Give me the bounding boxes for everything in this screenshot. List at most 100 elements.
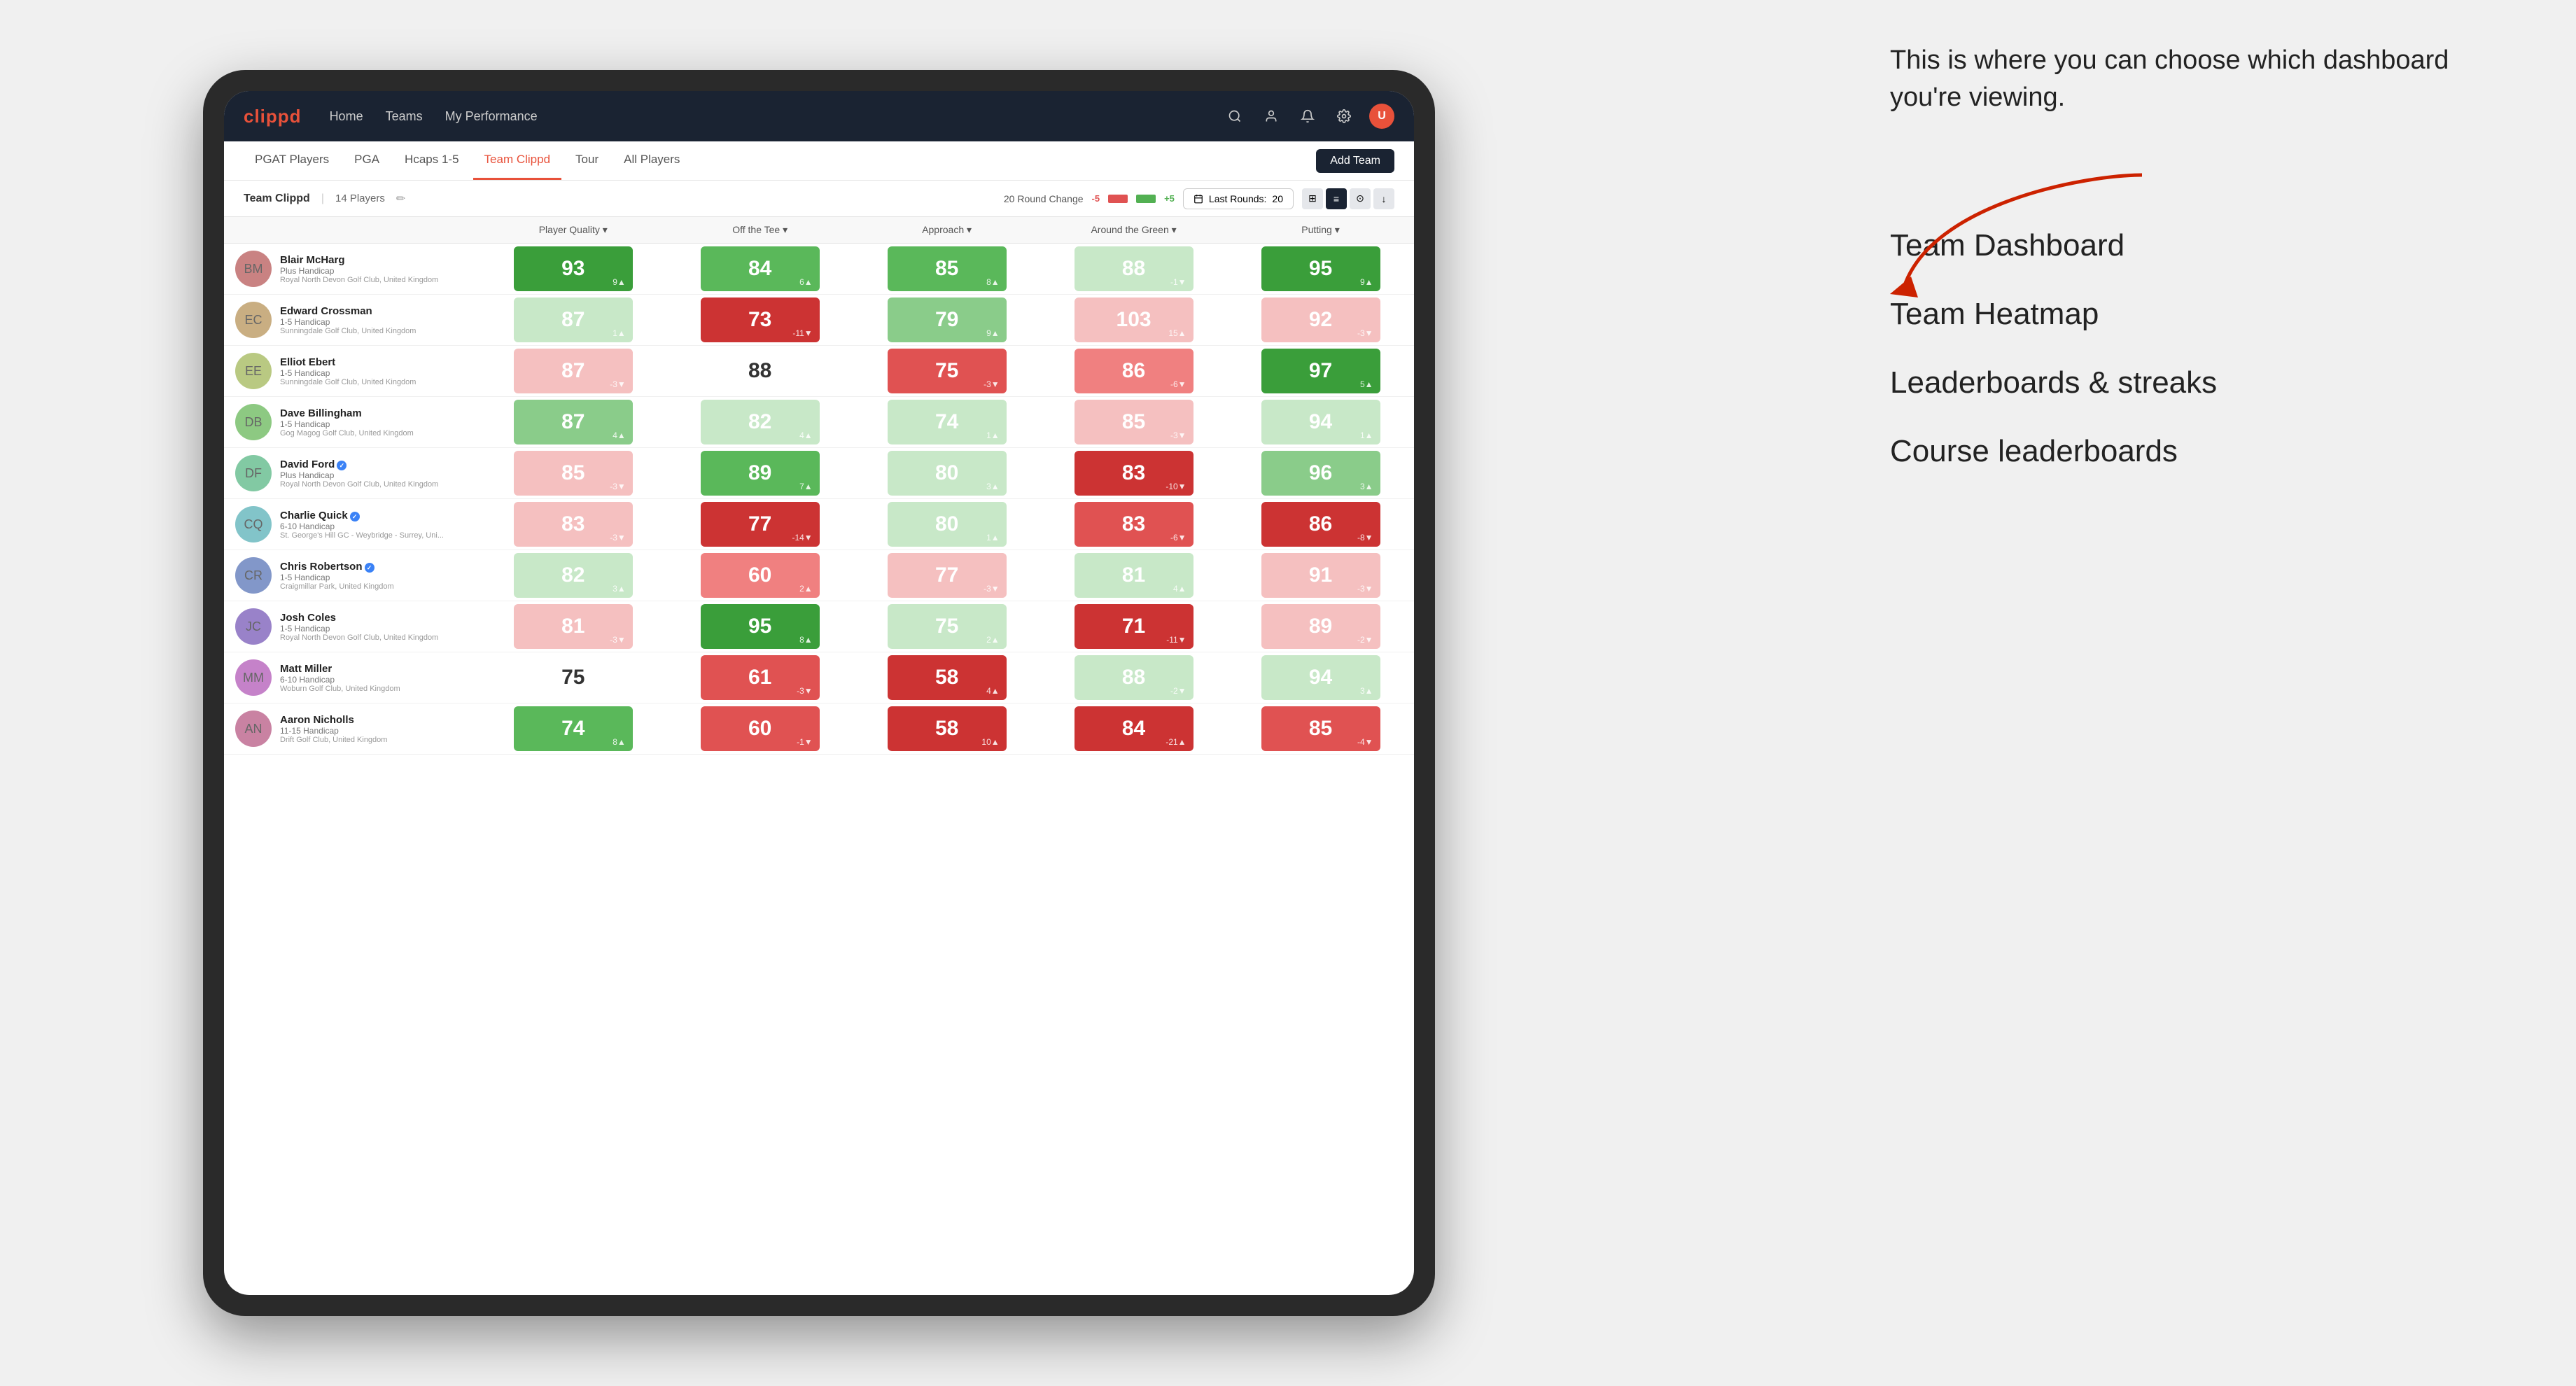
stat-box: 93 9▲ [514, 246, 633, 291]
col-header-tee[interactable]: Off the Tee ▾ [666, 217, 853, 244]
player-cell[interactable]: CR Chris Robertson✓ 1-5 Handicap Craigmi… [224, 550, 479, 601]
download-button[interactable]: ↓ [1373, 188, 1394, 209]
stat-change: 3▲ [986, 482, 1000, 491]
stat-box: 87 4▲ [514, 400, 633, 444]
subnav-team-clippd[interactable]: Team Clippd [473, 141, 562, 180]
minus-legend: -5 [1092, 193, 1100, 204]
stat-value: 95 [748, 616, 771, 637]
table-row[interactable]: EE Elliot Ebert 1-5 Handicap Sunningdale… [224, 346, 1414, 397]
table-row[interactable]: BM Blair McHarg Plus Handicap Royal Nort… [224, 244, 1414, 295]
stat-box: 96 3▲ [1261, 451, 1380, 496]
stat-value: 74 [935, 412, 958, 433]
last-rounds-button[interactable]: Last Rounds: 20 [1183, 188, 1294, 209]
stat-change: 4▲ [1173, 584, 1186, 594]
green-legend-bar [1136, 195, 1156, 203]
stat-cell: 58 10▲ [853, 704, 1040, 755]
player-avatar: DF [235, 455, 272, 491]
col-header-approach[interactable]: Approach ▾ [853, 217, 1040, 244]
table-row[interactable]: CR Chris Robertson✓ 1-5 Handicap Craigmi… [224, 550, 1414, 601]
stat-change: -6▼ [1170, 533, 1186, 542]
player-hcap: 1-5 Handicap [280, 624, 438, 634]
stat-change: 4▲ [986, 686, 1000, 696]
stat-change: -3▼ [610, 635, 626, 645]
stat-box: 86 -6▼ [1074, 349, 1194, 393]
stat-cell: 89 7▲ [666, 448, 853, 499]
bell-icon[interactable] [1296, 105, 1319, 127]
grid-view-button[interactable]: ⊞ [1302, 188, 1323, 209]
player-avatar: DB [235, 404, 272, 440]
player-cell[interactable]: MM Matt Miller 6-10 Handicap Woburn Golf… [224, 652, 479, 704]
player-info: Chris Robertson✓ 1-5 Handicap Craigmilla… [280, 561, 394, 591]
col-header-quality[interactable]: Player Quality ▾ [479, 217, 666, 244]
player-name: Matt Miller [280, 663, 400, 675]
player-cell[interactable]: EE Elliot Ebert 1-5 Handicap Sunningdale… [224, 346, 479, 397]
stat-cell: 92 -3▼ [1227, 295, 1414, 346]
settings-icon[interactable] [1333, 105, 1355, 127]
stat-box: 94 3▲ [1261, 655, 1380, 700]
stat-box: 80 1▲ [888, 502, 1007, 547]
player-club: Woburn Golf Club, United Kingdom [280, 685, 400, 693]
player-name: Blair McHarg [280, 254, 438, 266]
table-row[interactable]: CQ Charlie Quick✓ 6-10 Handicap St. Geor… [224, 499, 1414, 550]
stat-cell: 60 -1▼ [666, 704, 853, 755]
player-cell[interactable]: AN Aaron Nicholls 11-15 Handicap Drift G… [224, 704, 479, 755]
edit-icon[interactable]: ✏ [396, 192, 405, 206]
stat-box: 73 -11▼ [701, 298, 820, 342]
add-team-button[interactable]: Add Team [1316, 149, 1394, 173]
player-hcap: 1-5 Handicap [280, 573, 394, 582]
person-view-button[interactable]: ⊙ [1350, 188, 1371, 209]
player-cell[interactable]: BM Blair McHarg Plus Handicap Royal Nort… [224, 244, 479, 295]
option-leaderboards: Leaderboards & streaks [1890, 365, 2520, 400]
stat-cell: 91 -3▼ [1227, 550, 1414, 601]
stat-box: 88 [701, 349, 820, 393]
player-hcap: 1-5 Handicap [280, 419, 414, 429]
player-hcap: 11-15 Handicap [280, 726, 387, 736]
subnav-pga[interactable]: PGA [343, 141, 391, 180]
player-cell[interactable]: JC Josh Coles 1-5 Handicap Royal North D… [224, 601, 479, 652]
stat-cell: 88 -2▼ [1040, 652, 1227, 704]
table-row[interactable]: AN Aaron Nicholls 11-15 Handicap Drift G… [224, 704, 1414, 755]
col-header-putting[interactable]: Putting ▾ [1227, 217, 1414, 244]
stat-value: 80 [935, 463, 958, 484]
stat-box: 85 8▲ [888, 246, 1007, 291]
stat-box: 85 -3▼ [1074, 400, 1194, 444]
player-cell[interactable]: DF David Ford✓ Plus Handicap Royal North… [224, 448, 479, 499]
top-nav: clippd Home Teams My Performance [224, 91, 1414, 141]
nav-links: Home Teams My Performance [330, 106, 1224, 127]
subnav-hcaps[interactable]: Hcaps 1-5 [393, 141, 470, 180]
search-icon[interactable] [1224, 105, 1246, 127]
nav-teams[interactable]: Teams [386, 106, 423, 127]
player-name: Josh Coles [280, 612, 438, 624]
col-header-green[interactable]: Around the Green ▾ [1040, 217, 1227, 244]
stat-value: 79 [935, 309, 958, 330]
red-legend-bar [1108, 195, 1128, 203]
player-info: David Ford✓ Plus Handicap Royal North De… [280, 458, 438, 489]
nav-home[interactable]: Home [330, 106, 363, 127]
table-row[interactable]: MM Matt Miller 6-10 Handicap Woburn Golf… [224, 652, 1414, 704]
subnav-tour[interactable]: Tour [564, 141, 610, 180]
person-icon[interactable] [1260, 105, 1282, 127]
table-row[interactable]: JC Josh Coles 1-5 Handicap Royal North D… [224, 601, 1414, 652]
stat-box: 84 6▲ [701, 246, 820, 291]
player-avatar: JC [235, 608, 272, 645]
table-row[interactable]: DF David Ford✓ Plus Handicap Royal North… [224, 448, 1414, 499]
table-row[interactable]: EC Edward Crossman 1-5 Handicap Sunningd… [224, 295, 1414, 346]
stat-box: 84 -21▲ [1074, 706, 1194, 751]
stat-value: 94 [1309, 412, 1332, 433]
user-avatar[interactable]: U [1369, 104, 1394, 129]
stat-value: 58 [935, 718, 958, 739]
table-row[interactable]: DB Dave Billingham 1-5 Handicap Gog Mago… [224, 397, 1414, 448]
player-name: David Ford✓ [280, 458, 438, 470]
stat-change: -3▼ [1357, 584, 1373, 594]
player-cell[interactable]: DB Dave Billingham 1-5 Handicap Gog Mago… [224, 397, 479, 448]
player-info: Charlie Quick✓ 6-10 Handicap St. George'… [280, 510, 444, 540]
stat-box: 60 2▲ [701, 553, 820, 598]
subnav-pgat[interactable]: PGAT Players [244, 141, 340, 180]
table-view-button[interactable]: ≡ [1326, 188, 1347, 209]
player-name: Chris Robertson✓ [280, 561, 394, 573]
subnav-all-players[interactable]: All Players [612, 141, 691, 180]
nav-my-performance[interactable]: My Performance [445, 106, 538, 127]
player-cell[interactable]: EC Edward Crossman 1-5 Handicap Sunningd… [224, 295, 479, 346]
stat-cell: 82 4▲ [666, 397, 853, 448]
player-cell[interactable]: CQ Charlie Quick✓ 6-10 Handicap St. Geor… [224, 499, 479, 550]
